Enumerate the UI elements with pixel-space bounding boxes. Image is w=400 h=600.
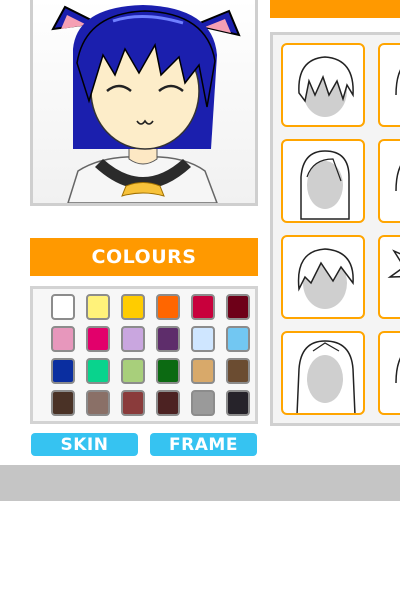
colours-title: COLOURS xyxy=(91,246,197,268)
hair-option-tile[interactable] xyxy=(378,139,400,223)
colour-palette xyxy=(30,286,258,424)
colour-swatch[interactable] xyxy=(86,390,110,416)
skin-button[interactable]: SKIN xyxy=(31,433,138,456)
colour-swatch[interactable] xyxy=(156,358,180,384)
hair-section-header xyxy=(270,0,400,18)
colour-swatch[interactable] xyxy=(191,326,215,352)
hair-icon xyxy=(395,69,400,96)
character-preview xyxy=(30,0,258,206)
hair-icon xyxy=(395,357,400,384)
colour-swatch[interactable] xyxy=(121,294,145,320)
colour-swatch[interactable] xyxy=(191,358,215,384)
colour-swatch[interactable] xyxy=(226,358,250,384)
colour-swatch[interactable] xyxy=(86,358,110,384)
hair-option-tile[interactable] xyxy=(281,43,365,127)
colour-swatch[interactable] xyxy=(51,326,75,352)
colour-swatch[interactable] xyxy=(191,294,215,320)
skin-button-label: SKIN xyxy=(60,434,109,455)
frame-button-label: FRAME xyxy=(169,434,238,455)
colour-swatch[interactable] xyxy=(51,390,75,416)
colour-swatch[interactable] xyxy=(51,358,75,384)
colour-swatch[interactable] xyxy=(226,326,250,352)
colour-swatch[interactable] xyxy=(121,326,145,352)
colour-swatch[interactable] xyxy=(121,358,145,384)
short-messy-hair-icon xyxy=(298,56,354,117)
frame-button[interactable]: FRAME xyxy=(150,433,257,456)
colour-swatch[interactable] xyxy=(156,390,180,416)
swatch-grid xyxy=(51,294,250,416)
colour-swatch[interactable] xyxy=(86,294,110,320)
colour-swatch[interactable] xyxy=(226,390,250,416)
colour-swatch[interactable] xyxy=(51,294,75,320)
colour-swatch[interactable] xyxy=(191,390,215,416)
side-swept-hair-icon xyxy=(297,248,354,309)
colour-swatch[interactable] xyxy=(156,326,180,352)
hair-option-tile[interactable] xyxy=(378,43,400,127)
hair-option-tile[interactable] xyxy=(281,235,365,319)
long-straight-hair-icon xyxy=(300,150,350,220)
spiky-hair-icon xyxy=(387,249,400,278)
colours-header: COLOURS xyxy=(30,238,258,276)
character-image xyxy=(51,5,241,203)
colour-swatch[interactable] xyxy=(156,294,180,320)
hair-option-tile[interactable] xyxy=(281,139,365,223)
hair-icon xyxy=(395,165,400,192)
hair-option-tile[interactable] xyxy=(378,331,400,415)
colour-swatch[interactable] xyxy=(121,390,145,416)
footer-bar xyxy=(0,465,400,501)
colour-swatch[interactable] xyxy=(86,326,110,352)
long-layered-hair-icon xyxy=(296,340,356,413)
hair-option-tile[interactable] xyxy=(281,331,365,415)
colour-swatch[interactable] xyxy=(226,294,250,320)
hair-selector-panel xyxy=(270,32,400,426)
hair-option-tile[interactable] xyxy=(378,235,400,319)
